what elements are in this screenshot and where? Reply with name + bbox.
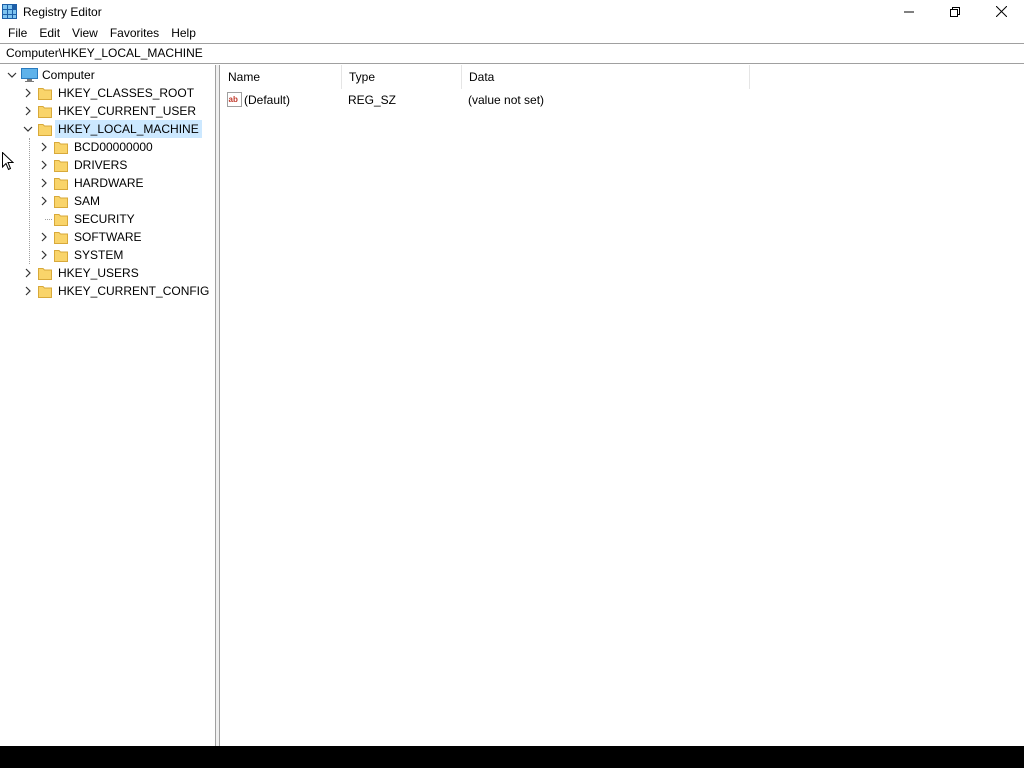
tree-item-label: SYSTEM — [74, 248, 124, 262]
folder-open-icon — [38, 124, 52, 136]
menu-view[interactable]: View — [66, 23, 104, 43]
tree-item-label: HKEY_USERS — [58, 266, 139, 280]
folder-icon — [54, 178, 68, 190]
tree-item-computer[interactable]: Computer — [0, 66, 215, 84]
window-title: Registry Editor — [23, 5, 102, 19]
chevron-down-icon[interactable] — [23, 124, 33, 134]
column-header-type[interactable]: Type — [342, 65, 462, 89]
column-header-name[interactable]: Name — [221, 65, 342, 89]
chevron-right-icon[interactable] — [39, 160, 49, 170]
close-icon — [995, 6, 1007, 17]
chevron-right-icon[interactable] — [39, 142, 49, 152]
chevron-right-icon[interactable] — [23, 286, 33, 296]
chevron-right-icon[interactable] — [39, 178, 49, 188]
tree-item-system[interactable]: SYSTEM — [0, 246, 215, 264]
tree-item-label: DRIVERS — [74, 158, 128, 172]
restore-icon — [950, 6, 960, 17]
tree-item-software[interactable]: SOFTWARE — [0, 228, 215, 246]
folder-icon — [54, 214, 68, 226]
mouse-cursor-icon — [2, 152, 14, 171]
chevron-down-icon[interactable] — [7, 70, 17, 80]
tree-item-hkey-current-user[interactable]: HKEY_CURRENT_USER — [0, 102, 215, 120]
chevron-right-icon[interactable] — [39, 196, 49, 206]
tree-item-label: HKEY_CURRENT_CONFIG — [58, 284, 210, 298]
tree-item-label: HARDWARE — [74, 176, 144, 190]
menu-favorites[interactable]: Favorites — [104, 23, 165, 43]
tree-item-label: HKEY_CLASSES_ROOT — [58, 86, 195, 100]
tree-item-hkey-classes-root[interactable]: HKEY_CLASSES_ROOT — [0, 84, 215, 102]
address-bar[interactable]: Computer\HKEY_LOCAL_MACHINE — [0, 43, 1024, 64]
tree-item-hardware[interactable]: HARDWARE — [0, 174, 215, 192]
pane-splitter[interactable] — [216, 65, 220, 746]
tree-item-security[interactable]: SECURITY — [0, 210, 215, 228]
folder-icon — [54, 196, 68, 208]
tree-guide-line — [45, 219, 52, 220]
value-name[interactable]: (Default) — [244, 91, 290, 109]
folder-icon — [54, 160, 68, 172]
value-type: REG_SZ — [348, 93, 397, 107]
minimize-button[interactable] — [886, 0, 932, 23]
column-header-data[interactable]: Data — [462, 65, 750, 89]
value-data: (value not set) — [468, 93, 545, 107]
chevron-right-icon[interactable] — [23, 88, 33, 98]
minimize-icon — [904, 11, 914, 12]
tree-item-label: SAM — [74, 194, 101, 208]
chevron-right-icon[interactable] — [39, 232, 49, 242]
folder-icon — [54, 250, 68, 262]
menu-file[interactable]: File — [2, 23, 33, 43]
registry-editor-icon — [2, 4, 17, 19]
tree-item-drivers[interactable]: DRIVERS — [0, 156, 215, 174]
folder-icon — [38, 88, 52, 100]
restore-button[interactable] — [932, 0, 978, 23]
tree-item-label: BCD00000000 — [74, 140, 153, 154]
svg-text:ab: ab — [229, 95, 238, 104]
tree-item-label: HKEY_LOCAL_MACHINE — [55, 120, 202, 138]
chevron-right-icon[interactable] — [23, 268, 33, 278]
tree-item-hkey-local-machine[interactable]: HKEY_LOCAL_MACHINE — [0, 120, 215, 138]
menu-help[interactable]: Help — [165, 23, 202, 43]
folder-icon — [54, 232, 68, 244]
tree-item-label: Computer — [42, 68, 95, 82]
values-list-pane[interactable] — [221, 65, 1024, 746]
menu-bar: File Edit View Favorites Help — [0, 23, 1024, 43]
folder-icon — [38, 286, 52, 298]
chevron-right-icon[interactable] — [39, 250, 49, 260]
tree-item-sam[interactable]: SAM — [0, 192, 215, 210]
folder-icon — [38, 268, 52, 280]
tree-item-hkey-users[interactable]: HKEY_USERS — [0, 264, 215, 282]
title-bar: Registry Editor — [0, 0, 1024, 23]
computer-icon — [21, 68, 38, 82]
tree-item-label: HKEY_CURRENT_USER — [58, 104, 197, 118]
tree-item-label: SECURITY — [74, 212, 135, 226]
tree-item-label: SOFTWARE — [74, 230, 142, 244]
folder-icon — [54, 142, 68, 154]
string-value-icon: ab — [227, 92, 242, 107]
taskbar-strip — [0, 746, 1024, 768]
chevron-right-icon[interactable] — [23, 106, 33, 116]
menu-edit[interactable]: Edit — [33, 23, 66, 43]
tree-item-hkey-current-config[interactable]: HKEY_CURRENT_CONFIG — [0, 282, 215, 300]
close-button[interactable] — [978, 0, 1024, 23]
tree-item-bcd00000000[interactable]: BCD00000000 — [0, 138, 215, 156]
folder-icon — [38, 106, 52, 118]
